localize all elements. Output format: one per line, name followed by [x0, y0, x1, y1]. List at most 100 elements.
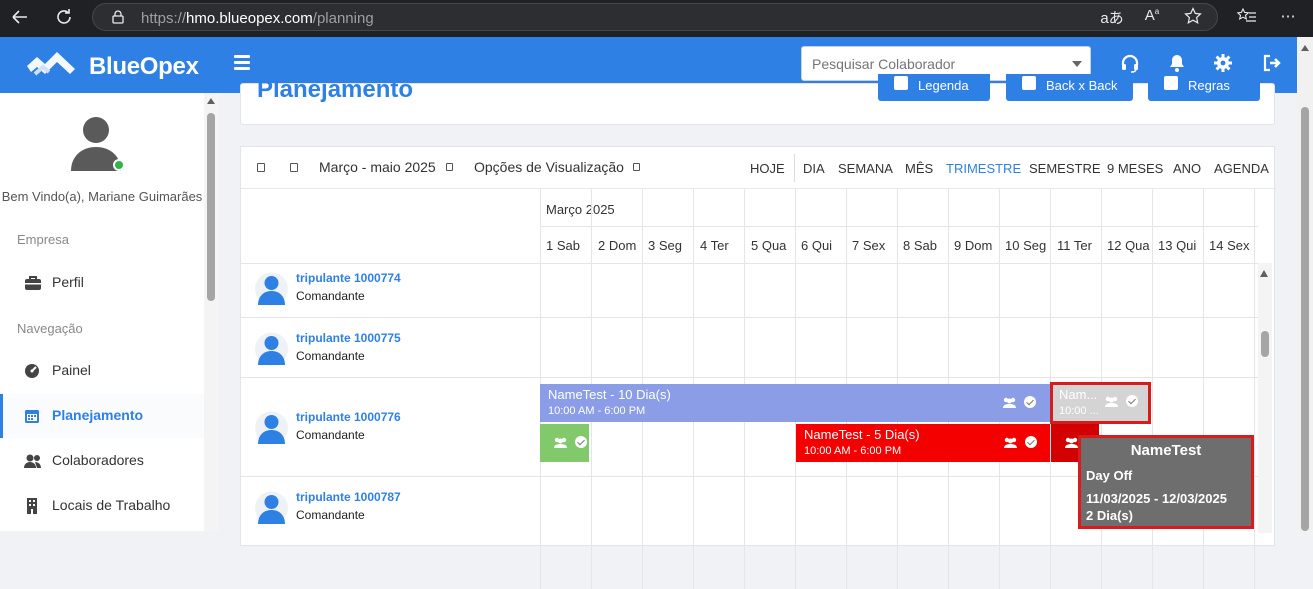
address-bar[interactable]: https://hmo.blueopex.com/planning [92, 3, 1218, 31]
sidebar-item-perfil[interactable]: Perfil [0, 261, 204, 305]
schedule-event[interactable] [540, 424, 589, 462]
day-header: 5 Qua [751, 238, 787, 253]
view-options-dropdown[interactable]: Opções de Visualização [474, 159, 624, 175]
day-header: 2 Dom [598, 238, 637, 253]
more-menu-icon[interactable]: ⋯ [1276, 7, 1300, 25]
crew-name-link[interactable]: tripulante 1000776 [296, 410, 401, 424]
event-title: NameTest - 10 Dia(s) [548, 387, 671, 402]
view-options-caret-icon[interactable] [633, 163, 640, 171]
schedule-toolbar: Março - maio 2025 Opções de Visualização… [241, 147, 1276, 189]
sidebar-item-label: Painel [52, 362, 91, 378]
section-label-company: Empresa [17, 232, 70, 247]
day-header: 13 Qui [1158, 238, 1197, 253]
day-header: 4 Ter [700, 238, 729, 253]
sidebar-item-painel[interactable]: Painel [0, 349, 204, 393]
grid-column-line [1203, 189, 1204, 589]
favorites-list-icon[interactable] [1235, 7, 1259, 29]
check-circle-icon [1126, 395, 1138, 407]
crew-row[interactable]: tripulante 1000775 Comandante [255, 331, 545, 371]
scroll-thumb[interactable] [1301, 107, 1309, 531]
header-divider [540, 226, 1258, 227]
period-selector[interactable]: Março - maio 2025 [319, 159, 436, 175]
section-label-navigation: Navegação [17, 321, 83, 336]
crew-avatar-icon [255, 272, 288, 306]
month-header: Março 2025 [546, 202, 615, 217]
day-header: 1 Sab [546, 238, 580, 253]
crew-role: Comandante [296, 349, 365, 363]
welcome-text: Bem Vindo(a), Mariane Guimarães [1, 189, 203, 204]
crew-name-link[interactable]: tripulante 1000774 [296, 271, 401, 285]
view-tab-day[interactable]: DIA [803, 161, 825, 176]
view-tab-agenda[interactable]: AGENDA [1214, 161, 1269, 176]
schedule-event-selected[interactable]: Nam... 10:00 ... [1050, 382, 1151, 424]
headset-icon[interactable] [1120, 53, 1140, 73]
event-title: NameTest - 5 Dia(s) [804, 427, 920, 442]
crew-row[interactable]: tripulante 1000776 Comandante [255, 410, 545, 450]
period-dropdown-icon[interactable] [446, 163, 453, 171]
read-aloud-icon[interactable]: Aa [1140, 7, 1164, 24]
scroll-thumb[interactable] [207, 113, 215, 301]
refresh-icon[interactable] [52, 7, 76, 29]
user-avatar-icon[interactable] [69, 115, 125, 175]
scroll-up-arrow-icon[interactable] [1260, 270, 1268, 277]
scroll-thumb[interactable] [1261, 331, 1269, 357]
back-x-back-button[interactable]: Back x Back [1006, 74, 1133, 101]
lock-icon[interactable] [111, 10, 125, 24]
crew-role: Comandante [296, 289, 365, 303]
building-icon [27, 498, 37, 514]
calendar-icon [25, 410, 39, 423]
briefcase-icon [25, 276, 41, 290]
group-icon [554, 437, 567, 448]
gear-icon[interactable] [1213, 53, 1233, 73]
event-tooltip: NameTest Day Off 11/03/2025 - 12/03/2025… [1078, 435, 1254, 529]
sidebar-scrollbar[interactable] [204, 93, 219, 531]
day-header: 9 Dom [954, 238, 993, 253]
view-tab-semester[interactable]: SEMESTRE [1029, 161, 1101, 176]
schedule-scrollbar[interactable] [1258, 263, 1272, 533]
toolbar-divider [794, 154, 795, 182]
group-icon [1105, 396, 1118, 407]
prev-period-icon[interactable] [257, 163, 265, 172]
view-tab-year[interactable]: ANO [1173, 161, 1201, 176]
bell-icon[interactable] [1167, 53, 1187, 73]
crew-name-link[interactable]: tripulante 1000787 [296, 490, 401, 504]
today-button[interactable]: HOJE [750, 161, 785, 176]
view-tab-9-months[interactable]: 9 MESES [1107, 161, 1163, 176]
tooltip-date-range: 11/03/2025 - 12/03/2025 [1086, 491, 1227, 506]
logout-icon[interactable] [1262, 53, 1282, 73]
view-tab-week[interactable]: SEMANA [838, 161, 893, 176]
check-circle-icon [1025, 436, 1037, 448]
sidebar-item-colaboradores[interactable]: Colaboradores [0, 439, 204, 483]
sidebar-item-planejamento[interactable]: Planejamento [0, 394, 204, 438]
rules-button[interactable]: Regras [1148, 74, 1260, 101]
chevron-down-icon[interactable] [1072, 61, 1082, 67]
sidebar-item-locais-de-trabalho[interactable]: Locais de Trabalho [0, 484, 204, 528]
schedule-event[interactable]: NameTest - 5 Dia(s) 10:00 AM - 6:00 PM [796, 424, 1050, 462]
event-time: 10:00 ... [1059, 405, 1099, 417]
view-tab-quarter[interactable]: TRIMESTRE [946, 161, 1021, 176]
legend-button[interactable]: Legenda [878, 74, 990, 101]
schedule-event[interactable]: NameTest - 10 Dia(s) 10:00 AM - 6:00 PM [540, 384, 1050, 422]
hamburger-menu-icon[interactable] [234, 55, 250, 70]
scroll-up-arrow-icon[interactable] [207, 98, 215, 104]
crew-name-link[interactable]: tripulante 1000775 [296, 331, 401, 345]
day-header: 14 Sex [1209, 238, 1250, 253]
check-circle-icon [1024, 396, 1036, 408]
event-time: 10:00 AM - 6:00 PM [804, 445, 902, 457]
grid-column-line [1152, 189, 1153, 589]
day-header: 8 Sab [903, 238, 937, 253]
event-title: Nam... [1059, 387, 1098, 402]
page-scrollbar[interactable] [1297, 37, 1313, 531]
next-period-icon[interactable] [290, 163, 298, 172]
crew-row[interactable]: tripulante 1000774 Comandante [255, 271, 545, 311]
view-tab-month[interactable]: MÊS [905, 161, 933, 176]
group-icon [1003, 397, 1016, 408]
crew-row[interactable]: tripulante 1000787 Comandante [255, 490, 545, 530]
sidebar-item-label: Planejamento [52, 407, 144, 423]
favorite-star-icon[interactable] [1181, 7, 1205, 29]
scroll-up-arrow-icon[interactable] [1301, 45, 1309, 51]
row-divider [241, 377, 1258, 378]
back-arrow-icon[interactable] [8, 7, 32, 29]
group-icon [1004, 437, 1017, 448]
translate-icon[interactable]: aあ [1100, 7, 1124, 28]
